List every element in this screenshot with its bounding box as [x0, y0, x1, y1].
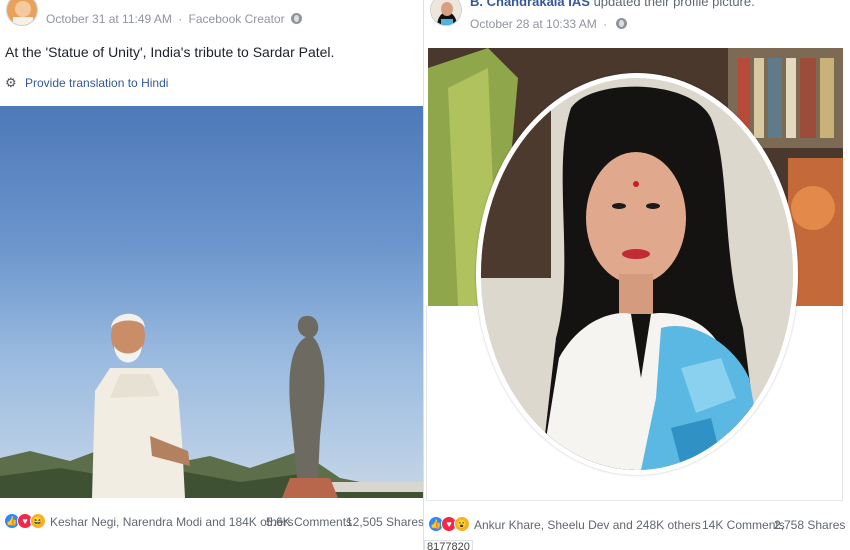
- author-avatar[interactable]: [430, 0, 462, 26]
- haha-icon: 😆: [30, 513, 46, 529]
- reaction-names[interactable]: Keshar Negi, Narendra Modi and 184K othe…: [50, 515, 293, 529]
- wow-icon: 😮: [454, 516, 470, 532]
- right-post: B. Chandrakala IAS updated their profile…: [426, 0, 850, 550]
- post-header: October 31 at 11:49 AM · Facebook Creato…: [0, 0, 423, 40]
- translate-link[interactable]: Provide translation to Hindi: [25, 76, 168, 90]
- translate-row[interactable]: ⚙ Provide translation to Hindi: [5, 75, 168, 91]
- reaction-names[interactable]: Ankur Khare, Sheelu Dev and 248K others: [474, 518, 701, 532]
- comments-count[interactable]: 5.6K Comments: [266, 515, 352, 529]
- gear-icon: ⚙: [5, 75, 17, 90]
- globe-icon[interactable]: [290, 13, 302, 24]
- engagement-bar: 👍 ♥ 😆 Keshar Negi, Narendra Modi and 184…: [0, 513, 423, 535]
- shares-count[interactable]: 12,505 Shares: [346, 515, 423, 529]
- left-post: October 31 at 11:49 AM · Facebook Creato…: [0, 0, 424, 550]
- globe-icon[interactable]: [616, 18, 628, 29]
- post-timestamp[interactable]: October 31 at 11:49 AM: [46, 12, 172, 26]
- shares-count[interactable]: 2,758 Shares: [774, 518, 845, 532]
- meta-separator: ·: [178, 12, 183, 26]
- engagement-bar: 👍 ♥ 😮 Ankur Khare, Sheelu Dev and 248K o…: [426, 516, 850, 538]
- post-action: updated their profile picture.: [593, 0, 755, 9]
- author-name[interactable]: B. Chandrakala IAS: [470, 0, 590, 9]
- meta-separator: ·: [603, 17, 608, 31]
- profile-portrait-illustration: [481, 78, 793, 470]
- comments-count[interactable]: 14K Comments: [702, 518, 785, 532]
- post-audience-label: Facebook Creator: [188, 12, 285, 26]
- post-text: At the 'Statue of Unity', India's tribut…: [5, 44, 335, 60]
- post-meta: October 31 at 11:49 AM · Facebook Creato…: [46, 12, 302, 26]
- profile-picture[interactable]: [481, 78, 793, 470]
- post-timestamp[interactable]: October 28 at 10:33 AM: [470, 17, 597, 31]
- profile-picture-frame[interactable]: [476, 73, 798, 475]
- post-header: B. Chandrakala IAS updated their profile…: [426, 0, 850, 40]
- post-photo[interactable]: [0, 106, 423, 498]
- overlay-number-text: 8177820: [424, 540, 473, 550]
- post-meta: October 28 at 10:33 AM ·: [470, 17, 628, 31]
- statue-photo-illustration: [0, 313, 423, 498]
- post-title-line: B. Chandrakala IAS updated their profile…: [470, 0, 755, 9]
- author-avatar[interactable]: [6, 0, 38, 26]
